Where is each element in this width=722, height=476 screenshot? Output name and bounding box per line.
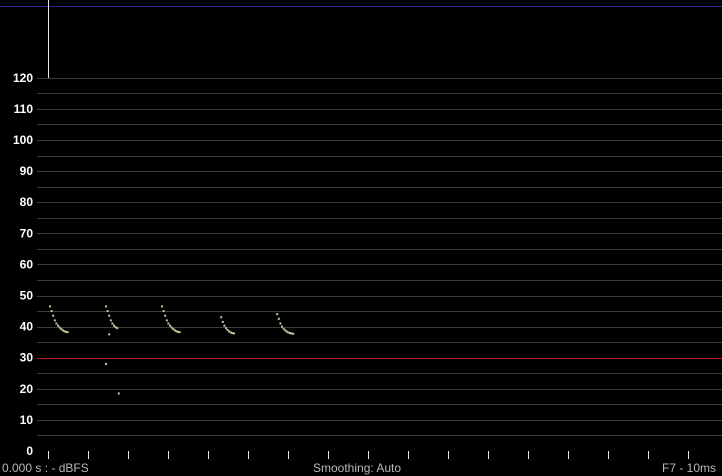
level-point xyxy=(165,319,168,322)
level-point xyxy=(111,322,114,325)
level-point xyxy=(116,327,119,330)
level-point xyxy=(50,310,53,313)
level-point xyxy=(162,310,165,313)
level-point xyxy=(108,333,111,336)
level-point xyxy=(178,331,181,334)
y-tick-label: 20 xyxy=(20,382,34,396)
y-tick-label: 100 xyxy=(13,133,33,147)
y-tick-label: 60 xyxy=(20,257,34,271)
level-point xyxy=(109,319,112,322)
level-point xyxy=(105,305,107,308)
y-tick-label: 50 xyxy=(20,289,34,303)
y-tick-label: 0 xyxy=(26,444,33,458)
level-point xyxy=(117,392,120,395)
level-point xyxy=(279,322,282,325)
level-point xyxy=(164,314,167,317)
level-point xyxy=(57,324,59,327)
level-scope-chart: 0 10 20 30 40 50 60 70 80 90 100 110 120 xyxy=(0,0,722,476)
interval-status[interactable]: F7 - 10ms xyxy=(662,461,716,475)
level-point xyxy=(276,313,279,316)
y-tick-label: 70 xyxy=(20,226,34,240)
smoothing-status[interactable]: Smoothing: Auto xyxy=(313,461,401,475)
level-point xyxy=(66,331,69,334)
y-tick-label: 110 xyxy=(14,102,34,116)
level-point xyxy=(161,305,163,308)
level-point xyxy=(292,332,295,335)
level-point xyxy=(221,320,224,323)
cursor-readout: 0.000 s : - dBFS xyxy=(2,461,89,475)
level-point xyxy=(167,322,170,325)
level-point xyxy=(108,314,111,317)
level-point xyxy=(106,310,109,313)
level-point xyxy=(281,325,283,328)
y-tick-label: 30 xyxy=(20,351,34,365)
level-point xyxy=(225,327,227,330)
y-tick-label: 120 xyxy=(13,71,33,85)
y-tick-label: 80 xyxy=(20,195,34,209)
level-point xyxy=(233,332,235,335)
level-point xyxy=(105,362,107,365)
level-point xyxy=(169,324,171,327)
y-tick-label: 40 xyxy=(20,320,34,334)
level-point xyxy=(223,324,226,327)
level-point xyxy=(55,322,58,325)
y-tick-label: 90 xyxy=(20,164,34,178)
level-point xyxy=(277,317,280,320)
level-point xyxy=(53,319,56,322)
y-tick-label: 10 xyxy=(20,413,34,427)
level-point xyxy=(220,316,223,319)
level-point xyxy=(52,314,55,317)
level-point xyxy=(49,305,51,308)
